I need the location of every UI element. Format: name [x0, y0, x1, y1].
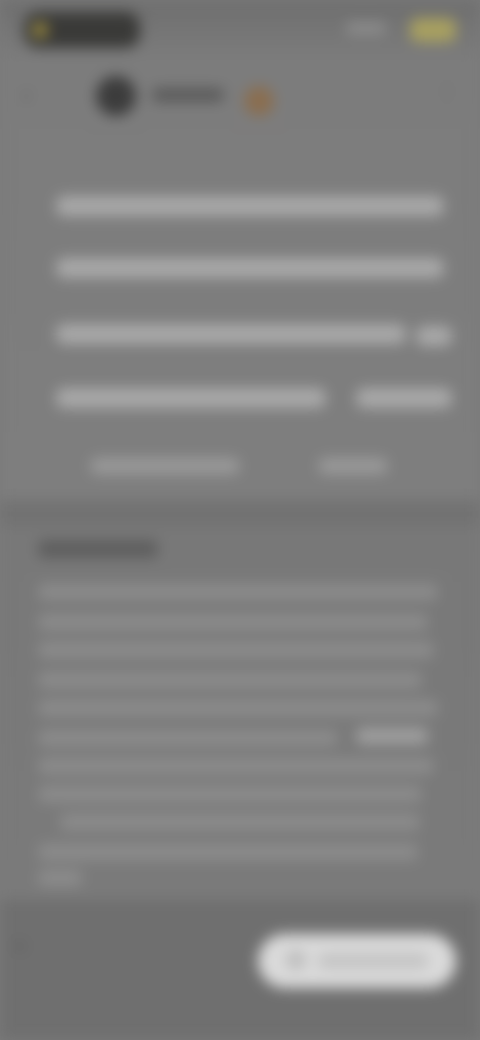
text-line: [56, 258, 444, 278]
text-line: [356, 388, 452, 408]
top-navigation: ‹: [0, 66, 480, 126]
body-text-line: [38, 584, 438, 600]
body-text-line: [38, 730, 338, 746]
body-text-line: [356, 728, 428, 744]
recording-dot-icon: [32, 22, 48, 38]
emoji-badge-icon: [244, 86, 274, 116]
blurred-screen: ‹ ⋮ ≡: [0, 0, 480, 1040]
body-text-line: [38, 786, 422, 802]
body-text-line: [38, 870, 82, 886]
signal-icon: [346, 22, 386, 34]
avatar[interactable]: [96, 76, 136, 116]
body-text-line: [38, 672, 422, 688]
section-divider: [0, 500, 480, 526]
action-button[interactable]: [258, 934, 456, 988]
status-bar: [0, 0, 480, 60]
menu-icon[interactable]: ≡: [14, 936, 36, 958]
body-text-line: [60, 814, 420, 830]
body-text-line: [38, 614, 428, 630]
text-line: [318, 458, 388, 474]
status-icons: [346, 18, 456, 42]
section-title: [38, 540, 158, 558]
text-line: [56, 388, 326, 408]
text-line: [416, 326, 452, 346]
text-line: [56, 324, 406, 344]
contact-name: [152, 88, 224, 102]
text-line: [90, 458, 240, 474]
body-text-line: [38, 844, 418, 860]
action-button-label: [318, 953, 428, 969]
action-icon: [286, 950, 306, 970]
more-vertical-icon[interactable]: ⋮: [436, 80, 458, 106]
body-text-line: [38, 642, 434, 658]
body-text-line: [38, 700, 438, 716]
status-pill: [24, 12, 140, 48]
battery-icon: [410, 18, 456, 42]
text-line: [56, 196, 444, 216]
body-text-line: [38, 758, 434, 774]
back-arrow-icon[interactable]: ‹: [22, 80, 44, 110]
